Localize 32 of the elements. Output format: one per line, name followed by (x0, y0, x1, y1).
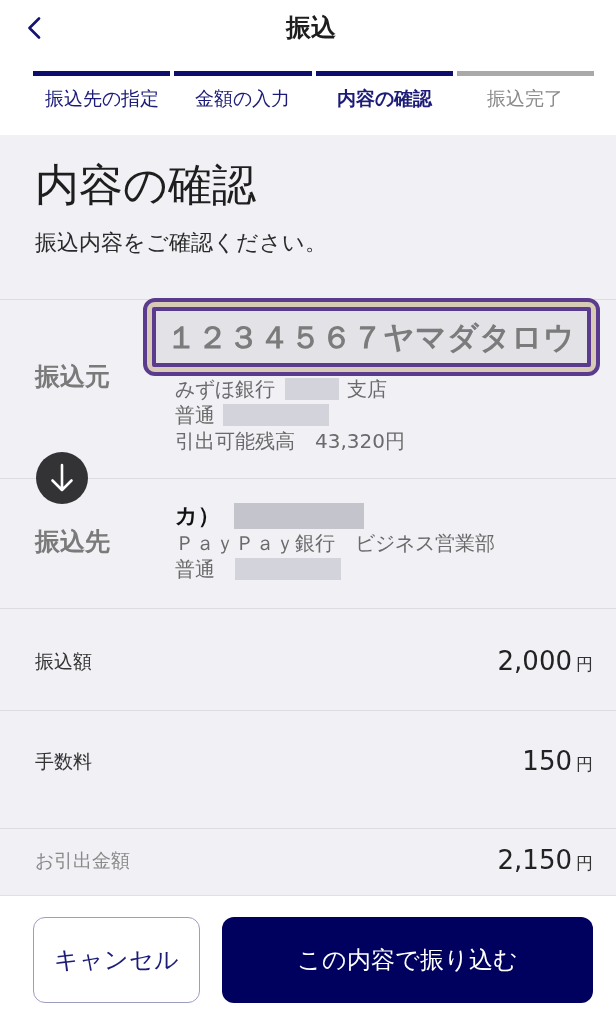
amount-label: お引出金額 (35, 848, 130, 874)
account-label: 振込先 (35, 526, 111, 558)
step-label: 内容の確認 (336, 86, 432, 111)
arrow-down-icon (36, 452, 88, 504)
amount-value: 2,150 (497, 845, 572, 876)
account-name: １２３４５６７ヤマダタロウ (152, 307, 591, 367)
account-name: カ） (175, 502, 220, 530)
currency-unit: 円 (576, 852, 593, 876)
chevron-left-icon (27, 17, 41, 39)
account-detail: みずほ銀行 (175, 376, 275, 402)
account-detail: 普通 (175, 402, 215, 428)
confirm-button[interactable]: この内容で振り込む (222, 917, 593, 1003)
account-detail: 普通 (175, 556, 215, 582)
amount-label: 振込額 (35, 649, 92, 674)
step-label: 金額の入力 (195, 86, 291, 111)
step-label: 振込完了 (487, 86, 564, 111)
redaction-block (285, 378, 339, 400)
account-detail: 支店 (347, 376, 387, 402)
currency-unit: 円 (576, 653, 593, 676)
back-button[interactable] (27, 17, 41, 39)
account-detail: 引出可能残高 43,320円 (175, 428, 405, 454)
page-heading: 内容の確認 (35, 158, 257, 212)
amount-value: 2,000 (497, 646, 572, 676)
cancel-button[interactable]: キャンセル (33, 917, 200, 1003)
currency-unit: 円 (576, 752, 593, 776)
page-subtitle: 振込内容をご確認ください。 (35, 229, 328, 257)
amount-value: 150 (522, 745, 572, 776)
account-label: 振込元 (35, 361, 111, 393)
account-detail: ＰａｙＰａｙ銀行 ビジネス営業部 (175, 530, 495, 556)
step-label: 振込先の指定 (44, 86, 159, 111)
amount-label: 手数料 (35, 748, 92, 774)
screen-title: 振込 (285, 12, 336, 44)
